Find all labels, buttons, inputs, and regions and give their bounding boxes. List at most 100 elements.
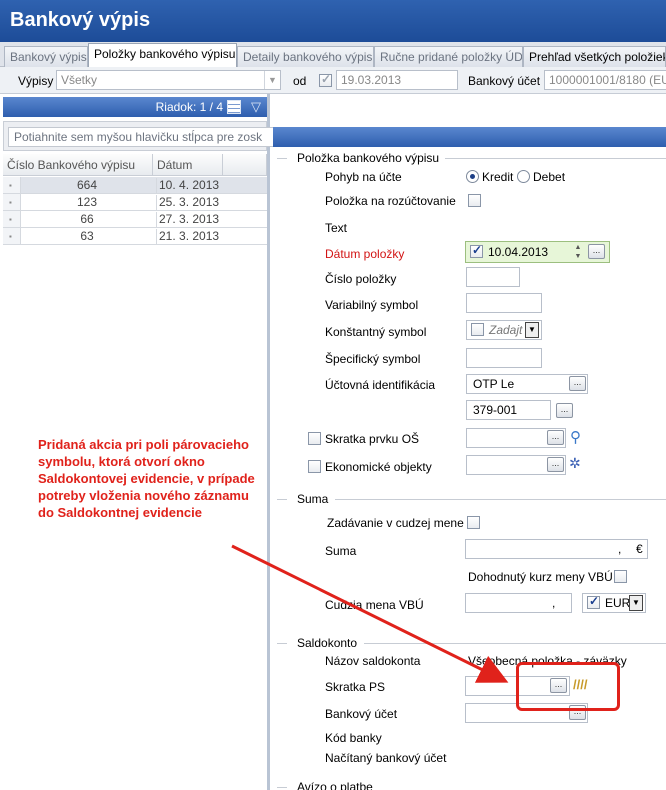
cell-cislo: 63 [80, 229, 94, 243]
kurz-label: Dohodnutý kurz meny VBÚ [468, 570, 613, 584]
tab-rucne-pridane[interactable]: Ručne pridané položky ÚD [374, 46, 523, 67]
cell-datum: 21. 3. 2013 [156, 229, 224, 245]
tab-detaily-vypisu[interactable]: Detaily bankového výpisu [237, 46, 374, 67]
cislo-input[interactable] [466, 267, 520, 287]
debet-radio[interactable] [517, 170, 530, 183]
rozuct-label: Položka na rozúčtovanie [325, 194, 456, 208]
chevron-down-icon[interactable]: ▼ [629, 595, 643, 611]
group-by-area: Potiahnite sem myšou hlavičku stĺpca pre… [3, 121, 278, 151]
text-label: Text [325, 221, 348, 235]
uct-id-input[interactable]: OTP Le ... [466, 374, 588, 394]
objects-icon[interactable]: ✲ [569, 455, 581, 472]
column-header-cislo[interactable]: Číslo Bankového výpisu [3, 154, 153, 176]
skratka-os-input[interactable]: ... [466, 428, 566, 448]
uct-id-input-2[interactable]: 379-001 [466, 400, 551, 420]
group-by-placeholder[interactable]: Potiahnite sem myšou hlavičku stĺpca pre… [8, 127, 278, 147]
skratka-os-checkbox[interactable] [308, 432, 321, 445]
tab-bar: Bankový výpis Položky bankového výpisu D… [0, 42, 666, 68]
datum-label: Dátum položky [325, 247, 405, 261]
tab-bankovy-vypis[interactable]: Bankový výpis [4, 46, 88, 67]
suma-input[interactable]: , € [465, 539, 648, 559]
more-icon[interactable]: ... [547, 457, 564, 472]
rozuct-checkbox[interactable] [468, 194, 481, 207]
cell-datum: 25. 3. 2013 [156, 195, 224, 211]
suma-currency: € [636, 542, 643, 556]
debet-label: Debet [533, 170, 566, 184]
cell-cislo: 664 [76, 178, 98, 192]
row-indicator: ▪ [3, 177, 21, 193]
od-date-value: 19.03.2013 [341, 73, 402, 87]
cudzia-checkbox[interactable] [467, 516, 480, 529]
chevron-down-icon[interactable]: ▼ [525, 322, 539, 338]
table-row[interactable]: ▪ 66 27. 3. 2013 [3, 211, 267, 228]
uct-id-value-2: 379-001 [473, 403, 518, 417]
section-line [445, 158, 666, 159]
spin-icon[interactable]: ▲ ▼ [572, 243, 584, 261]
od-date-input[interactable]: 19.03.2013 [336, 70, 458, 90]
konst-label: Konštantný symbol [325, 325, 427, 339]
cislo-label: Číslo položky [325, 272, 397, 286]
grid-icon[interactable] [227, 100, 241, 114]
vypisy-label: Výpisy [18, 74, 54, 88]
cell-datum: 27. 3. 2013 [156, 212, 224, 228]
skratka-os-label: Skratka prvku OŠ [325, 432, 420, 446]
kredit-label: Kredit [482, 170, 514, 184]
var-input[interactable] [466, 293, 542, 313]
mena-checkbox[interactable] [587, 594, 600, 609]
spec-label: Špecifický symbol [325, 352, 421, 366]
var-label: Variabilný symbol [325, 298, 419, 312]
ekon-input[interactable]: ... [466, 455, 566, 475]
cell-datum: 10. 4. 2013 [156, 178, 224, 194]
table-row[interactable]: ▪ 664 10. 4. 2013 [3, 177, 267, 194]
row-indicator: ▪ [3, 228, 21, 244]
row-counter: Riadok: 1 / 4 [155, 100, 223, 114]
konst-checkbox[interactable] [471, 323, 484, 336]
konst-input[interactable]: Zadajt ▼ [466, 320, 542, 340]
datum-input[interactable]: 10.04.2013 ▲▼ ... [465, 241, 610, 263]
more-icon[interactable]: ... [547, 430, 564, 445]
ucet-value: 1000001001/8180 (EUR [549, 73, 666, 87]
ekon-checkbox[interactable] [308, 460, 321, 473]
more-icon[interactable]: ... [588, 244, 605, 259]
od-checkbox[interactable] [319, 72, 332, 87]
cudzia-mena-label: Cudzia mena VBÚ [325, 598, 424, 612]
more-icon[interactable]: ... [569, 376, 586, 391]
row-indicator: ▪ [3, 211, 21, 227]
annotation-highlight [516, 662, 620, 711]
filter-bar: Výpisy Všetky ▼ od 19.03.2013 Bankový úč… [0, 67, 666, 94]
section-line [335, 499, 666, 500]
chevron-down-icon: ▼ [264, 71, 280, 89]
cudzia-label: Zadávanie v cudzej mene [327, 516, 464, 530]
suma-label: Suma [325, 544, 357, 558]
more-icon[interactable]: ... [556, 403, 573, 418]
vypisy-select[interactable]: Všetky ▼ [56, 70, 281, 90]
ekon-label: Ekonomické objekty [325, 460, 432, 474]
kod-banky-label: Kód banky [325, 731, 382, 745]
table-row[interactable]: ▪ 63 21. 3. 2013 [3, 228, 267, 245]
mena-value: EUR [605, 596, 631, 610]
section-aviso-title: Avízo o platbe [297, 780, 373, 790]
ucet-label: Bankový účet [468, 74, 541, 88]
tab-polozky-vypisu[interactable]: Položky bankového výpisu [88, 43, 237, 68]
nacitany-label: Načítaný bankový účet [325, 751, 447, 765]
uct-id-label: Účtovná identifikácia [325, 378, 436, 392]
section-line [277, 643, 287, 644]
cell-cislo: 123 [76, 195, 98, 209]
tab-prehlad-poloziek[interactable]: Prehľad všetkých položiek [523, 46, 666, 67]
filter-icon[interactable]: ▽ [251, 99, 261, 115]
tree-icon[interactable]: ⚲ [570, 428, 581, 446]
column-header-datum[interactable]: Dátum [153, 154, 223, 176]
datum-value: 10.04.2013 [488, 245, 549, 259]
pohyb-label: Pohyb na účte [325, 170, 402, 184]
cudzia-mena-input[interactable]: , [465, 593, 572, 613]
table-row[interactable]: ▪ 123 25. 3. 2013 [3, 194, 267, 211]
datum-checkbox[interactable] [470, 243, 483, 258]
spec-input[interactable] [466, 348, 542, 368]
od-label: od [293, 74, 307, 88]
mena-select[interactable]: EUR ▼ [582, 593, 646, 613]
ucet-select[interactable]: 1000001001/8180 (EUR [544, 70, 666, 90]
kurz-checkbox[interactable] [614, 570, 627, 583]
kredit-radio[interactable] [466, 170, 479, 183]
annotation-text: Pridaná akcia pri poli párovacieho symbo… [38, 437, 255, 520]
bank-ucet-label: Bankový účet [325, 707, 398, 721]
